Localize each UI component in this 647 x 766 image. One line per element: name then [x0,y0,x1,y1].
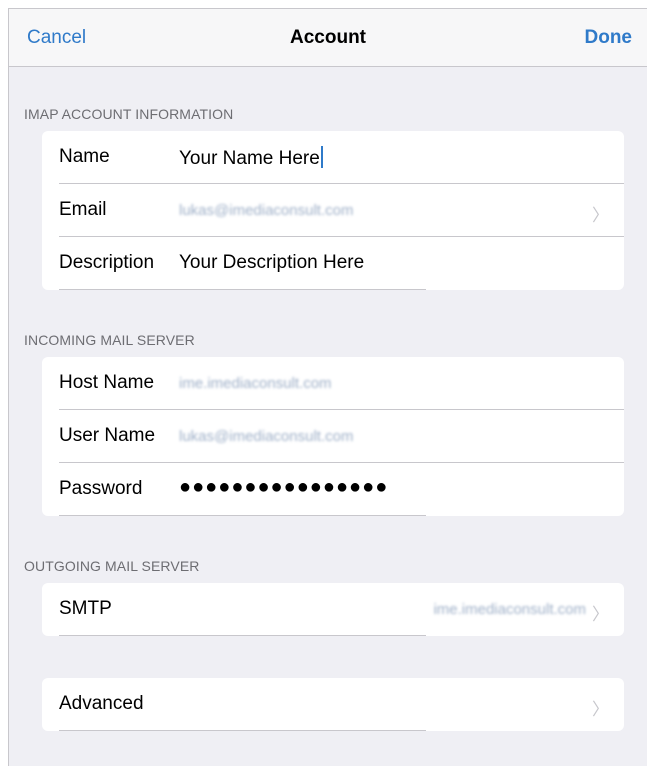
host-name-row[interactable]: Host Name ime.imediaconsult.com [42,357,624,410]
smtp-value: ime.imediaconsult.com [433,601,586,618]
name-row[interactable]: Name Your Name Here [42,131,624,184]
imap-account-group: Name Your Name Here Email lukas@imediaco… [42,131,624,290]
incoming-section-header: INCOMING MAIL SERVER [24,332,195,348]
name-value: Your Name Here [179,148,320,169]
host-name-field[interactable]: ime.imediaconsult.com [179,375,332,392]
text-cursor [320,146,323,168]
smtp-row[interactable]: SMTP ime.imediaconsult.com 〉 [42,583,624,636]
navigation-bar: Cancel Account Done [9,9,647,67]
smtp-label: SMTP [59,598,112,619]
imap-section-header: IMAP ACCOUNT INFORMATION [24,106,234,122]
incoming-server-group: Host Name ime.imediaconsult.com User Nam… [42,357,624,516]
description-row[interactable]: Description Your Description Here [42,237,624,290]
chevron-right-icon: 〉 [592,605,609,624]
advanced-row[interactable]: Advanced 〉 [42,678,624,731]
password-field[interactable]: ●●●●●●●●●●●●●●●● [179,476,388,499]
host-name-label: Host Name [59,372,155,393]
password-label: Password [59,478,143,499]
user-name-label: User Name [59,425,156,446]
advanced-label: Advanced [59,693,144,714]
account-screen: Cancel Account Done IMAP ACCOUNT INFORMA… [8,8,647,766]
page-title: Account [290,27,366,48]
outgoing-server-group: SMTP ime.imediaconsult.com 〉 [42,583,624,636]
user-name-field[interactable]: lukas@imediaconsult.com [179,428,353,445]
description-field[interactable]: Your Description Here [179,252,364,274]
outgoing-section-header: OUTGOING MAIL SERVER [24,558,200,574]
done-button[interactable]: Done [585,27,633,49]
email-value: lukas@imediaconsult.com [179,202,354,219]
password-row[interactable]: Password ●●●●●●●●●●●●●●●● [42,463,624,516]
name-label: Name [59,146,110,167]
description-label: Description [59,252,155,273]
row-divider [59,289,426,290]
row-divider [59,515,426,516]
chevron-right-icon: 〉 [592,700,609,719]
email-label: Email [59,199,107,220]
user-name-row[interactable]: User Name lukas@imediaconsult.com [42,410,624,463]
chevron-right-icon: 〉 [592,206,609,225]
row-divider [59,635,426,636]
row-divider [59,730,426,731]
advanced-group: Advanced 〉 [42,678,624,731]
name-field[interactable]: Your Name Here [179,146,323,170]
email-row[interactable]: Email lukas@imediaconsult.com 〉 [42,184,624,237]
